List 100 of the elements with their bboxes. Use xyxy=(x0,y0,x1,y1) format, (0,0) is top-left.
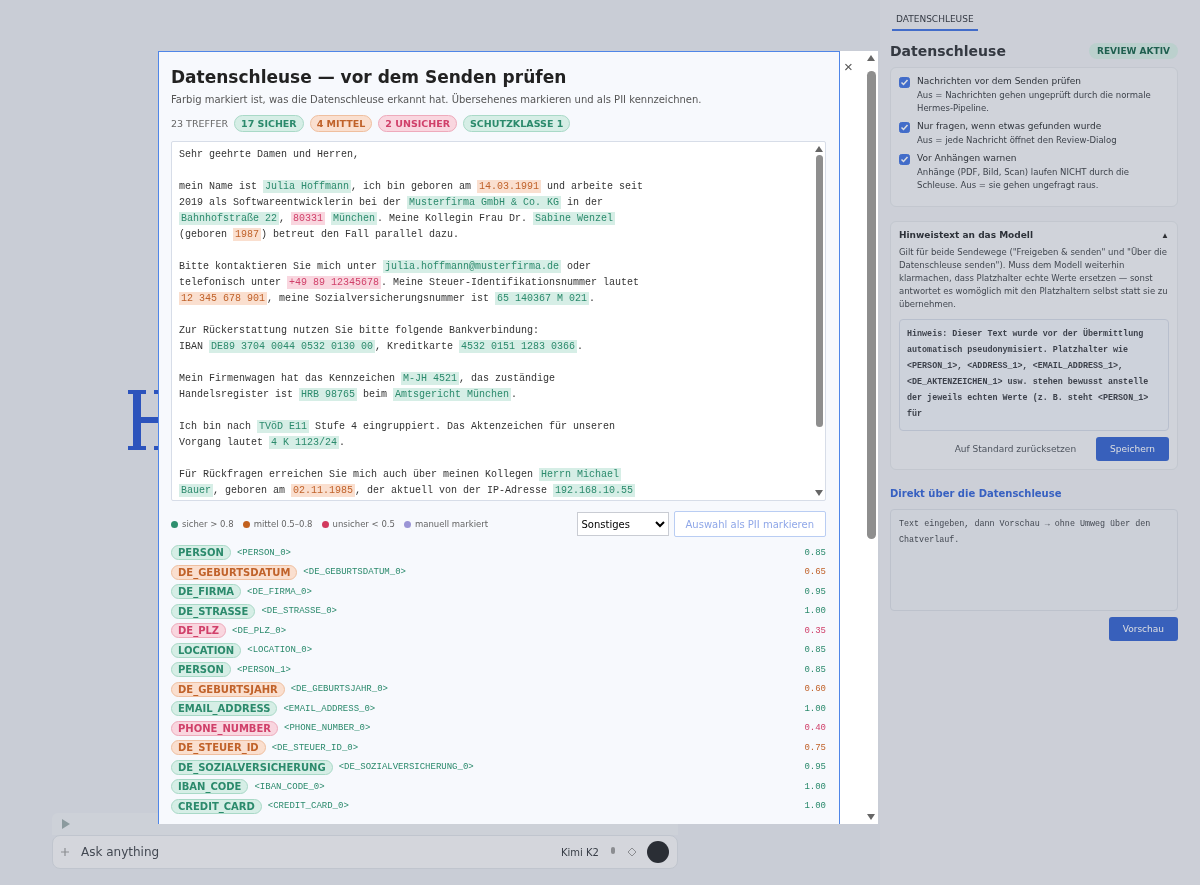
highlighted-entity[interactable]: TVöD E11 xyxy=(257,420,310,433)
highlighted-entity[interactable]: Musterfirma GmbH & Co. KG xyxy=(407,196,562,209)
save-button[interactable]: Speichern xyxy=(1096,437,1169,461)
entity-type-tag: DE_STEUER_ID xyxy=(171,740,266,756)
message-text: und arbeite seit xyxy=(546,181,644,192)
message-text: , xyxy=(279,213,287,224)
message-text: Für Rückfragen erreichen Sie mich auch über meinen Kollegen xyxy=(179,469,535,480)
option-label: Vor Anhängen warnen xyxy=(917,153,1018,163)
highlighted-entity[interactable]: 4532 0151 1283 0366 xyxy=(459,340,578,353)
scroll-up-icon[interactable] xyxy=(867,55,875,61)
legend-label: sicher > 0.8 xyxy=(182,519,234,529)
message-text: Sehr geehrte Damen und Herren, xyxy=(179,149,360,160)
message-text: Bitte kontaktieren Sie mich unter xyxy=(179,261,379,272)
send-button[interactable] xyxy=(647,841,669,863)
collapse-toggle[interactable]: ▲ xyxy=(1161,230,1169,240)
pseudonym-token: <CREDIT_CARD_0> xyxy=(267,801,349,812)
highlighted-entity[interactable]: 65 140367 M 021 xyxy=(495,292,590,305)
entity-type-tag: DE_SOZIALVERSICHERUNG xyxy=(171,759,333,775)
entity-type-tag: DE_GEBURTSDATUM xyxy=(171,564,298,580)
highlighted-entity[interactable]: München xyxy=(331,212,378,225)
highlighted-entity[interactable]: Bauer xyxy=(179,484,213,497)
pseudonym-token: <IBAN_CODE_0> xyxy=(254,781,325,792)
highlighted-entity[interactable]: julia.hoffmann@musterfirma.de xyxy=(383,260,562,273)
highlighted-entity[interactable]: Sabine Wenzel xyxy=(533,212,616,225)
entity-type-tag: DE_FIRMA xyxy=(171,584,242,600)
count-badge: 17 SICHER xyxy=(234,115,304,132)
confidence-score: 0.85 xyxy=(804,547,826,558)
message-text: 2019 als Softwareentwicklerin bei der xyxy=(179,197,403,208)
message-text: , ich bin geboren am xyxy=(351,181,473,192)
highlighted-entity[interactable]: +49 89 12345678 xyxy=(287,276,382,289)
confidence-score: 0.85 xyxy=(804,645,826,656)
highlighted-entity[interactable]: 02.11.1985 xyxy=(291,484,356,497)
entity-type-tag: PHONE_NUMBER xyxy=(171,720,278,736)
scroll-up-icon[interactable] xyxy=(815,146,823,152)
scroll-down-icon[interactable] xyxy=(815,490,823,496)
checkbox[interactable] xyxy=(899,154,910,165)
entity-type-tag: PERSON xyxy=(171,545,231,561)
attachment-icon[interactable] xyxy=(627,847,637,857)
scroll-down-icon[interactable] xyxy=(867,814,875,820)
legend-label: manuell markiert xyxy=(414,519,489,529)
reset-button[interactable]: Auf Standard zurücksetzen xyxy=(948,437,1083,461)
confidence-score: 0.95 xyxy=(804,586,826,597)
microphone-icon[interactable] xyxy=(609,847,617,857)
mark-as-pii-button[interactable]: Auswahl als PII markieren xyxy=(673,511,826,537)
pseudonym-token: <PERSON_1> xyxy=(236,664,291,675)
entity-type-tag: DE_GEBURTSJAHR xyxy=(171,681,285,697)
highlighted-entity[interactable]: 192.168.10.55 xyxy=(553,484,636,497)
panel-tab[interactable]: DATENSCHLEUSE xyxy=(892,10,978,31)
option-hint: Aus = jede Nachricht öffnet den Review-Dialog xyxy=(917,134,1117,147)
pseudonym-token: <DE_STRASSE_0> xyxy=(261,606,337,617)
pseudonym-token: <DE_SOZIALVERSICHERUNG_0> xyxy=(338,762,474,773)
highlighted-entity[interactable]: 1987 xyxy=(233,228,262,241)
legend-label: unsicher < 0.5 xyxy=(332,519,395,529)
highlighted-entity[interactable]: 12 345 678 901 xyxy=(179,292,267,305)
direct-text-field[interactable]: Text eingeben, dann Vorschau → ohne Umweg über den Chatverlauf. xyxy=(890,509,1178,611)
message-text-area[interactable] xyxy=(171,141,826,501)
highlighted-entity[interactable]: 4 K 1123/24 xyxy=(269,436,340,449)
confidence-score: 0.85 xyxy=(804,664,826,675)
preview-button[interactable]: Vorschau xyxy=(1108,617,1178,641)
panel-title: Datenschleuse xyxy=(890,43,1006,59)
entity-type-tag: EMAIL_ADDRESS xyxy=(171,701,278,717)
highlighted-entity[interactable]: Julia Hoffmann xyxy=(263,180,352,193)
pseudonym-token: <DE_GEBURTSJAHR_0> xyxy=(290,684,388,695)
model-label[interactable]: Kimi K2 xyxy=(561,846,599,858)
pseudonym-token: <LOCATION_0> xyxy=(247,645,313,656)
confidence-score: 0.75 xyxy=(804,742,826,753)
scrollbar-thumb[interactable] xyxy=(815,155,823,427)
option-label: Nur fragen, wenn etwas gefunden wurde xyxy=(917,121,1103,131)
entity-type-tag: DE_STRASSE xyxy=(171,603,256,619)
highlighted-entity[interactable]: Amtsgericht München xyxy=(393,388,512,401)
message-text: Ich bin nach xyxy=(179,421,252,432)
highlighted-entity[interactable]: Bahnhofstraße 22 xyxy=(179,212,279,225)
highlighted-entity[interactable]: Herrn Michael xyxy=(539,468,622,481)
section-title: Direkt über die Datenschleuse xyxy=(890,488,1063,499)
entity-type-tag: CREDIT_CARD xyxy=(171,798,262,814)
highlighted-entity[interactable]: 80331 xyxy=(291,212,326,225)
message-text: . xyxy=(339,437,346,448)
pseudonym-token: <DE_FIRMA_0> xyxy=(247,586,312,597)
checkbox[interactable] xyxy=(899,122,910,133)
pseudonym-token: <DE_STEUER_ID_0> xyxy=(271,742,359,753)
message-text: . xyxy=(511,389,518,400)
checkbox[interactable] xyxy=(899,77,910,88)
confidence-score: 1.00 xyxy=(804,801,826,812)
scrollbar-thumb[interactable] xyxy=(866,71,876,539)
plus-icon[interactable] xyxy=(61,848,69,856)
confidence-score: 0.60 xyxy=(804,684,826,695)
highlighted-entity[interactable]: 14.03.1991 xyxy=(477,180,542,193)
hint-text-field[interactable]: Hinweis: Dieser Text wurde vor der Übermittlung automatisch pseudonymisiert. Platzhalter wie <PERSON_1>, <ADDRESS_1>, <EMAIL_ADDRESS_1>, <DE_AKTENZEICHEN_1> usw. stehen bewusst anstelle der jeweils echten Werte (z. B. steht <PERSON_1> für xyxy=(899,319,1169,431)
category-select[interactable]: Sonstiges xyxy=(576,512,669,536)
highlighted-entity[interactable]: HRB 98765 xyxy=(299,388,358,401)
highlighted-entity[interactable]: M-JH 4521 xyxy=(401,372,460,385)
pseudonym-token: <EMAIL_ADDRESS_0> xyxy=(283,703,376,714)
entity-type-tag: IBAN_CODE xyxy=(171,779,249,795)
entity-type-tag: PERSON xyxy=(171,662,231,678)
message-text: , das zuständige xyxy=(459,373,556,384)
dialog-title: Datenschleuse — vor dem Senden prüfen xyxy=(171,67,568,87)
chat-input-field[interactable]: Ask anything Kimi K2 xyxy=(52,835,678,869)
play-icon[interactable] xyxy=(62,819,70,829)
confidence-score: 1.00 xyxy=(804,703,826,714)
highlighted-entity[interactable]: DE89 3704 0044 0532 0130 00 xyxy=(209,340,376,353)
